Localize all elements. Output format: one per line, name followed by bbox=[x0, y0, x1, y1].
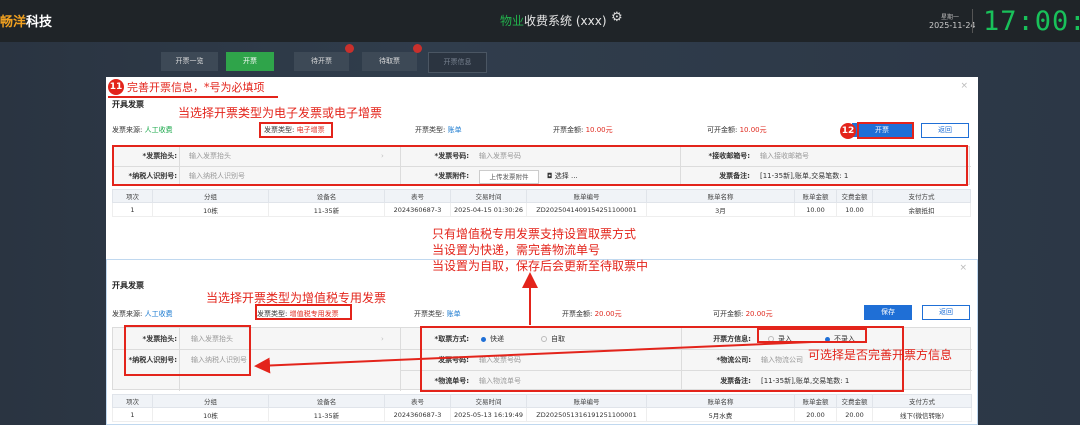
arrow-left bbox=[254, 341, 813, 374]
annotation-arrows bbox=[254, 272, 813, 374]
